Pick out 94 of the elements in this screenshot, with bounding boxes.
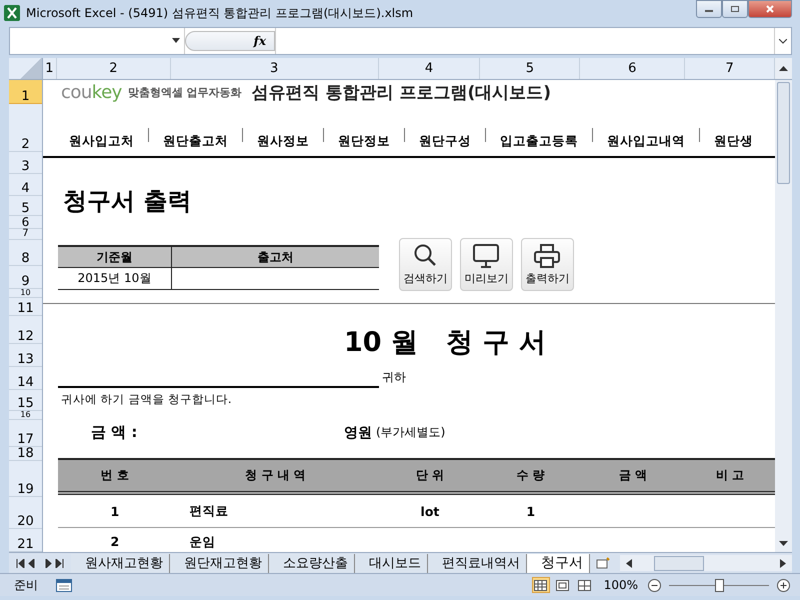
table-cell-text: 2 <box>109 535 120 549</box>
row-header[interactable]: 5 <box>9 196 42 216</box>
row-header[interactable]: 12 <box>9 316 42 344</box>
nav-link[interactable]: 원사입고처 <box>68 133 134 150</box>
page-break-view-button[interactable] <box>576 577 594 593</box>
maximize-icon <box>730 5 740 13</box>
column-heading: 수 량 <box>516 467 546 484</box>
close-button[interactable] <box>748 0 792 18</box>
scrollbar-thumb[interactable] <box>777 82 790 184</box>
row-header[interactable]: 15 <box>9 390 42 411</box>
table-cell-text: 1 <box>525 504 536 519</box>
sheet-tab[interactable]: 청구서 <box>527 554 590 572</box>
insert-function-button[interactable]: fx <box>185 31 275 51</box>
minimize-button[interactable] <box>696 0 722 18</box>
row-header[interactable]: 8 <box>9 240 42 266</box>
row-header[interactable]: 11 <box>9 298 42 316</box>
row-header[interactable]: 13 <box>9 344 42 367</box>
up-arrow-icon <box>779 66 788 71</box>
scroll-right-icon[interactable] <box>780 558 786 568</box>
row-header[interactable]: 16 <box>9 411 42 420</box>
row-header[interactable]: 2 <box>9 104 42 152</box>
insert-sheet-icon[interactable] <box>596 557 610 569</box>
close-icon <box>765 5 775 13</box>
vat-note: (부가세별도) <box>376 424 446 441</box>
dropdown-icon <box>172 38 180 43</box>
normal-view-button[interactable] <box>532 577 550 593</box>
macro-record-icon[interactable] <box>56 578 72 592</box>
column-header[interactable]: 2 <box>56 58 171 79</box>
search-button[interactable]: 검색하기 <box>398 238 452 291</box>
maximize-button[interactable] <box>722 0 748 18</box>
column-header[interactable]: 6 <box>580 58 686 79</box>
amount-label: 금 액 : <box>90 423 138 442</box>
nav-link[interactable]: 원단정보 <box>338 133 390 150</box>
column-heading: 단 위 <box>414 467 446 484</box>
down-arrow-icon <box>779 541 788 546</box>
row-header[interactable]: 19 <box>9 461 42 497</box>
row-header[interactable]: 7 <box>9 229 42 240</box>
printer-button[interactable]: 출력하기 <box>520 238 574 291</box>
amount-unit: 영원 <box>344 424 372 442</box>
column-heading: 금 액 <box>618 467 648 484</box>
zoom-level[interactable]: 100% <box>604 578 638 592</box>
nav-link[interactable]: 원단구성 <box>418 133 471 150</box>
logo: coukey <box>60 82 122 102</box>
nav-link[interactable]: 원단생 <box>714 133 753 150</box>
recipient-suffix: 귀하 <box>382 369 406 386</box>
column-heading: 비 고 <box>715 467 746 484</box>
monitor-icon <box>472 243 500 269</box>
caret-icon <box>779 38 787 44</box>
scroll-left-icon[interactable] <box>626 558 632 568</box>
monitor-button[interactable]: 미리보기 <box>460 238 513 291</box>
nav-link[interactable]: 원단출고처 <box>162 133 228 150</box>
row-header[interactable]: 20 <box>9 497 42 529</box>
status-mode: 준비 <box>14 576 38 594</box>
printer-icon <box>533 243 562 269</box>
table-cell-text: lot <box>420 504 440 519</box>
row-header[interactable]: 3 <box>9 152 42 174</box>
horizontal-scrollbar[interactable] <box>620 555 792 571</box>
scroll-up-button[interactable] <box>775 58 792 79</box>
month-cell[interactable]: 2015년 10월 <box>58 268 172 289</box>
row-header[interactable]: 1 <box>9 80 42 104</box>
row-header[interactable]: 10 <box>9 289 42 298</box>
column-header[interactable]: 1 <box>42 58 57 79</box>
page-layout-view-button[interactable] <box>554 577 572 593</box>
nav-link[interactable]: 원사정보 <box>256 133 309 150</box>
row-header[interactable]: 4 <box>9 174 42 196</box>
row-header[interactable]: 9 <box>9 266 42 289</box>
row-header[interactable]: 18 <box>9 447 42 461</box>
column-heading: 번 호 <box>100 467 130 484</box>
table-cell-text: 운임 <box>188 535 217 549</box>
row-header[interactable]: 6 <box>9 216 42 229</box>
zoom-out-button[interactable] <box>648 578 661 592</box>
row-header[interactable]: 14 <box>9 367 42 390</box>
zoom-slider-thumb[interactable] <box>715 578 724 592</box>
scrollbar-thumb[interactable] <box>654 556 704 570</box>
table-cell-text: 1 <box>109 504 120 519</box>
filter-column-header: 출고처 <box>256 248 294 266</box>
column-heading: 청 구 내 역 <box>244 467 307 484</box>
filter-column-header: 기준월 <box>58 247 172 267</box>
column-header[interactable]: 5 <box>480 58 580 79</box>
invoice-title: 10 월 청 구 서 <box>344 326 546 360</box>
table-cell-text: 편직료 <box>188 503 230 520</box>
vertical-scrollbar[interactable] <box>775 80 792 552</box>
zoom-in-button[interactable] <box>777 578 790 592</box>
nav-link[interactable]: 원사입고내역 <box>606 133 685 150</box>
tagline: 맞춤형엑셀 업무자동화 <box>128 84 242 100</box>
column-header[interactable]: 4 <box>378 58 480 79</box>
page-heading: 청구서 출력 <box>62 186 192 217</box>
app-title: 섬유편직 통합관리 프로그램(대시보드) <box>252 82 552 104</box>
column-header[interactable]: 3 <box>170 58 379 79</box>
window-title: Microsoft Excel - (5491) 섬유편직 통합관리 프로그램(대시보드).xlsm <box>26 4 414 22</box>
spreadsheet-app-icon <box>4 5 20 21</box>
row-header[interactable]: 17 <box>9 420 42 447</box>
notice-text: 귀사에 하기 금액을 청구합니다. <box>60 392 232 407</box>
nav-link[interactable]: 입고출고등록 <box>500 133 578 150</box>
